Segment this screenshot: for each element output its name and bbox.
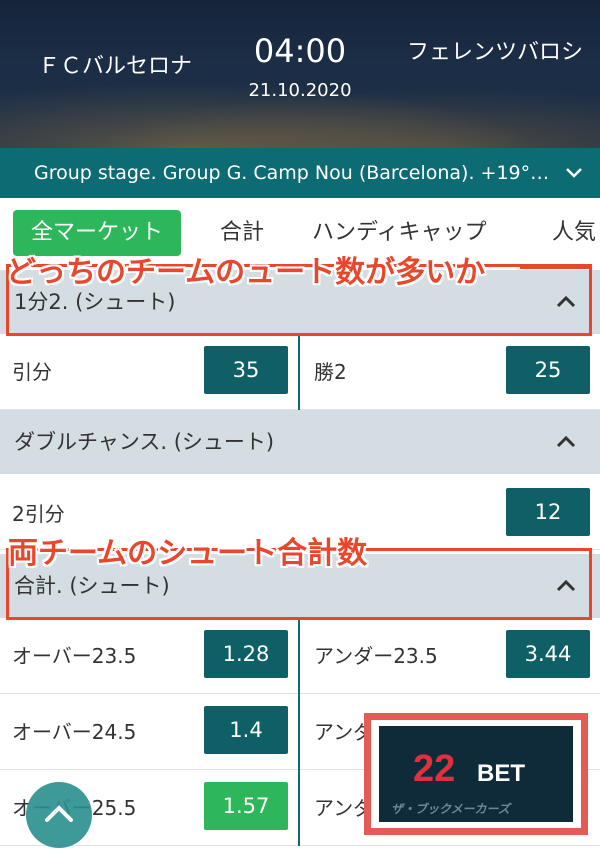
outcome-label: オーバー23.5 <box>12 644 137 668</box>
annotation-line <box>520 266 592 269</box>
chevron-up-icon <box>45 805 73 822</box>
odds-cell[interactable]: アンダー23.5 3.44 <box>300 618 600 694</box>
section-title: ダブルチャンス. (シュート) <box>14 430 275 454</box>
annotation-label: どっちのチームのュート数が多いか <box>6 255 486 290</box>
tab-popular[interactable]: 人気 <box>552 210 596 256</box>
logo-word: BET <box>477 760 525 787</box>
section-header-double-chance[interactable]: ダブルチャンス. (シュート) <box>0 410 600 474</box>
brand-logo: 22 BET ザ・ブックメーカーズ <box>379 726 573 822</box>
outcome-label: 引分 <box>12 360 52 384</box>
table-row: オーバー23.5 1.28 アンダー23.5 3.44 <box>0 618 600 694</box>
odds-button[interactable]: 1.28 <box>204 630 288 678</box>
odds-cell[interactable]: オーバー24.5 1.4 <box>0 694 300 770</box>
logo-number: 22 <box>413 748 456 790</box>
match-info-text: Group stage. Group G. Camp Nou (Barcelon… <box>34 162 554 184</box>
odds-button[interactable]: 25 <box>506 346 590 394</box>
odds-cell[interactable]: 引分 35 <box>0 334 300 410</box>
table-row: 引分 35 勝2 25 <box>0 334 600 410</box>
odds-button[interactable]: 3.44 <box>506 630 590 678</box>
outcome-label: アンダー23.5 <box>314 644 438 668</box>
match-info-bar[interactable]: Group stage. Group G. Camp Nou (Barcelon… <box>0 148 600 198</box>
odds-button[interactable]: 1.57 <box>204 782 288 830</box>
odds-cell[interactable]: 勝2 25 <box>300 334 600 410</box>
home-team-name: ＦＣバルセロナ <box>37 54 192 79</box>
scroll-to-top-button[interactable] <box>26 782 92 848</box>
chevron-down-icon[interactable] <box>562 148 586 198</box>
annotation-line <box>400 548 592 551</box>
away-team-name: フェレンツバロシ <box>406 40 583 65</box>
odds-button[interactable]: 1.4 <box>204 706 288 754</box>
logo-watermark: ザ・ブックメーカーズ <box>391 802 510 816</box>
outcome-label: 勝2 <box>314 360 347 384</box>
match-time: 04:00 <box>253 32 347 70</box>
odds-button[interactable]: 12 <box>506 488 590 536</box>
odds-cell[interactable]: オーバー23.5 1.28 <box>0 618 300 694</box>
match-header: ＦＣバルセロナ 04:00 21.10.2020 フェレンツバロシ <box>0 0 600 148</box>
chevron-up-icon[interactable] <box>552 428 580 456</box>
outcome-label: オーバー24.5 <box>12 720 137 744</box>
annotation-label: 両チームのシュート合計数 <box>8 536 368 571</box>
odds-button[interactable]: 35 <box>204 346 288 394</box>
brand-logo-overlay: 22 BET ザ・ブックメーカーズ <box>364 713 588 835</box>
match-date: 21.10.2020 <box>248 80 352 101</box>
